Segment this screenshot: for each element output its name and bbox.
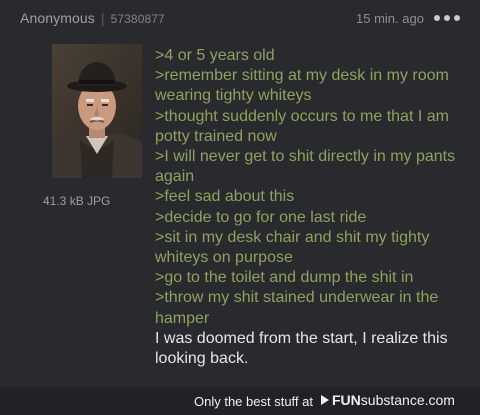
poster-info: Anonymous | 57380877 — [20, 10, 165, 26]
post-text-line: I was doomed from the start, I realize t… — [155, 329, 448, 368]
post-timestamp: 15 min. ago — [356, 11, 424, 26]
funsubstance-logo: FUN substance .com — [321, 392, 455, 408]
footer-tagline: Only the best stuff at — [194, 394, 313, 409]
greentext-line: >feel sad about this — [155, 188, 295, 206]
greentext-line: >thought suddenly occurs to me that I am… — [155, 107, 449, 145]
funsubstance-logo-icon — [321, 395, 329, 405]
old-man-photo — [52, 44, 142, 178]
greentext-line: >throw my shit stained underwear in the … — [155, 289, 439, 327]
greentext-line: >4 or 5 years old — [155, 47, 275, 64]
greentext-line: >I will never get to shit directly in my… — [155, 148, 456, 186]
post-number[interactable]: 57380877 — [111, 12, 165, 26]
post-image-thumbnail[interactable] — [52, 44, 142, 178]
greentext-line: >decide to go for one last ride — [155, 208, 367, 226]
poster-name: Anonymous — [20, 10, 95, 26]
greentext-line: >remember sitting at my desk in my room … — [155, 67, 449, 105]
greentext-line: >sit in my desk chair and shit my tighty… — [155, 228, 430, 267]
post-header: Anonymous | 57380877 15 min. ago — [0, 0, 480, 36]
post-body: >4 or 5 years old >remember sitting at my… — [155, 46, 473, 369]
header-separator: | — [100, 10, 105, 26]
brand-com: .com — [424, 392, 455, 408]
brand-fun: FUN — [332, 392, 361, 408]
brand-substance: substance — [360, 392, 425, 408]
greentext-line: >go to the toilet and dump the shit in — [155, 269, 414, 287]
watermark-footer: Only the best stuff at FUN substance .com — [0, 387, 480, 415]
file-info[interactable]: 41.3 kB JPG — [43, 194, 110, 208]
more-options-icon[interactable] — [434, 15, 460, 21]
